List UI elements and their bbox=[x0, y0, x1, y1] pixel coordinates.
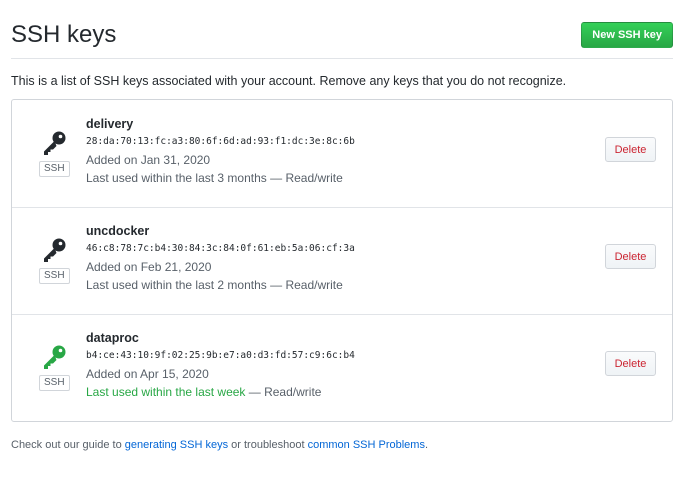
key-added-date: Added on Feb 21, 2020 bbox=[86, 260, 212, 274]
key-fingerprint: 28:da:70:13:fc:a3:80:6f:6d:ad:93:f1:dc:3… bbox=[86, 136, 355, 147]
key-icon bbox=[39, 129, 69, 157]
last-used-period: Last used within the last week bbox=[86, 385, 246, 399]
ssh-key-row: SSH dataproc b4:ce:43:10:9f:02:25:9b:e7:… bbox=[12, 314, 672, 421]
common-ssh-problems-link[interactable]: common SSH Problems bbox=[308, 439, 425, 451]
access-level: — Read/write bbox=[266, 171, 343, 185]
footer-prefix: Check out our guide to bbox=[11, 439, 125, 451]
last-used-period: Last used within the last 3 months bbox=[86, 171, 267, 185]
key-icon-column: SSH bbox=[39, 129, 70, 177]
key-icon-column: SSH bbox=[39, 236, 70, 284]
key-fingerprint: b4:ce:43:10:9f:02:25:9b:e7:a0:d3:fd:57:c… bbox=[86, 350, 355, 361]
key-added-date: Added on Apr 15, 2020 bbox=[86, 367, 209, 381]
key-type-label: SSH bbox=[39, 375, 70, 391]
page-title: SSH keys bbox=[11, 21, 117, 48]
footer-middle: or troubleshoot bbox=[228, 439, 308, 451]
key-type-label: SSH bbox=[39, 268, 70, 284]
delete-key-button[interactable]: Delete bbox=[605, 137, 656, 162]
key-type-label: SSH bbox=[39, 161, 70, 177]
key-icon bbox=[39, 343, 69, 371]
key-icon-column: SSH bbox=[39, 343, 70, 391]
key-info: delivery 28:da:70:13:fc:a3:80:6f:6d:ad:9… bbox=[86, 115, 355, 187]
key-last-used: Last used within the last 3 months — Rea… bbox=[86, 169, 355, 187]
key-info: dataproc b4:ce:43:10:9f:02:25:9b:e7:a0:d… bbox=[86, 329, 355, 401]
delete-key-button[interactable]: Delete bbox=[605, 244, 656, 269]
ssh-key-row: SSH delivery 28:da:70:13:fc:a3:80:6f:6d:… bbox=[12, 100, 672, 208]
key-title: dataproc bbox=[86, 331, 139, 345]
ssh-key-list: SSH delivery 28:da:70:13:fc:a3:80:6f:6d:… bbox=[11, 99, 673, 422]
ssh-key-row: SSH uncdocker 46:c8:78:7c:b4:30:84:3c:84… bbox=[12, 207, 672, 315]
key-title: delivery bbox=[86, 117, 134, 131]
delete-key-button[interactable]: Delete bbox=[605, 351, 656, 376]
page-header: SSH keys New SSH key bbox=[11, 14, 673, 59]
access-level: — Read/write bbox=[245, 385, 322, 399]
generating-ssh-keys-link[interactable]: generating SSH keys bbox=[125, 439, 228, 451]
key-added-date: Added on Jan 31, 2020 bbox=[86, 153, 211, 167]
key-title: uncdocker bbox=[86, 224, 150, 238]
intro-text: This is a list of SSH keys associated wi… bbox=[11, 74, 567, 88]
key-info: uncdocker 46:c8:78:7c:b4:30:84:3c:84:0f:… bbox=[86, 222, 355, 294]
footer-note: Check out our guide to generating SSH ke… bbox=[11, 439, 428, 451]
footer-suffix: . bbox=[424, 439, 429, 451]
access-level: — Read/write bbox=[266, 278, 343, 292]
key-last-used: Last used within the last week — Read/wr… bbox=[86, 383, 355, 401]
key-icon bbox=[39, 236, 69, 264]
key-last-used: Last used within the last 2 months — Rea… bbox=[86, 276, 355, 294]
last-used-period: Last used within the last 2 months bbox=[86, 278, 267, 292]
new-ssh-key-button[interactable]: New SSH key bbox=[581, 22, 673, 48]
key-fingerprint: 46:c8:78:7c:b4:30:84:3c:84:0f:61:eb:5a:0… bbox=[86, 243, 355, 254]
